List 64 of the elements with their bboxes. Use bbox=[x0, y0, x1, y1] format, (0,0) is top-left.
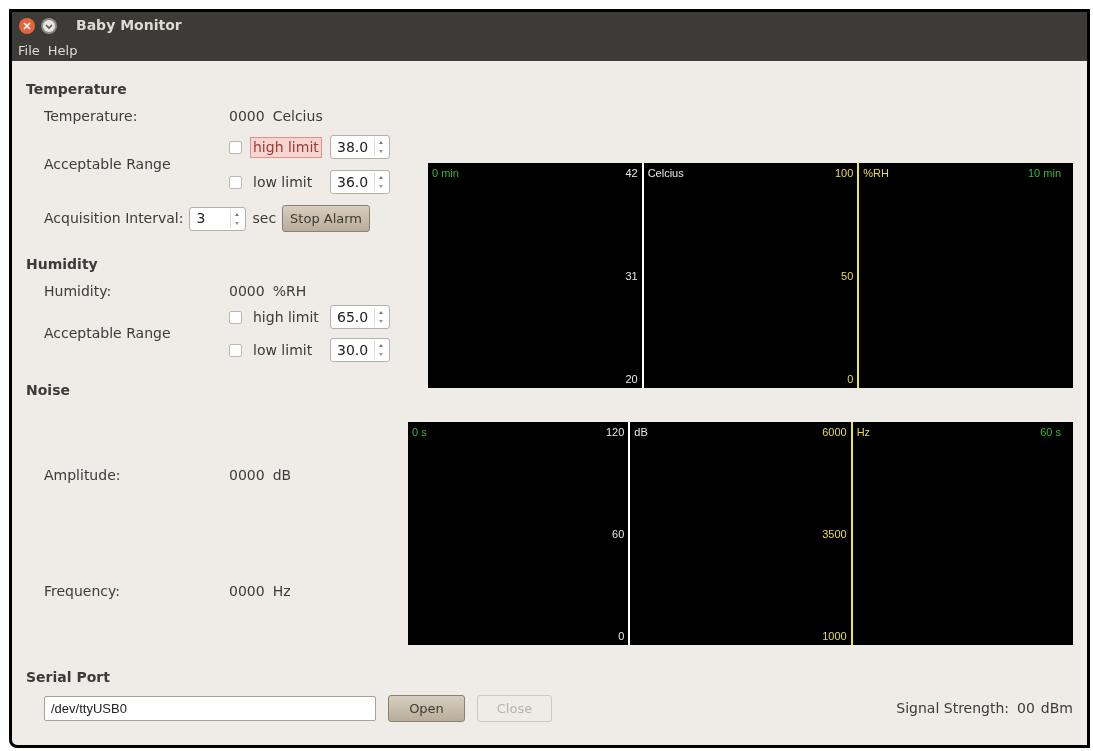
unit-label: sec bbox=[252, 210, 277, 227]
axis-tick-label: 100 bbox=[835, 166, 854, 181]
menu-item[interactable]: Help bbox=[47, 41, 78, 59]
port-button[interactable]: Open bbox=[388, 695, 465, 722]
reading-value: 0000 bbox=[229, 108, 265, 125]
checkbox[interactable] bbox=[229, 140, 242, 154]
reading-value: 0000 bbox=[229, 283, 265, 300]
axis-tick-label: 60 bbox=[612, 527, 625, 542]
field-label: Acquisition Interval: bbox=[44, 210, 184, 227]
spin-field[interactable]: 3 bbox=[189, 206, 247, 231]
field-label: Humidity: bbox=[44, 283, 113, 300]
unit-label: Celcius bbox=[647, 166, 684, 181]
unit-label: %RH bbox=[272, 283, 307, 300]
spin-field[interactable]: 30.0 bbox=[330, 338, 390, 362]
section-heading: Serial Port bbox=[26, 669, 111, 686]
time-axis-label: 60 s bbox=[1040, 425, 1061, 440]
time-axis-label: 10 min bbox=[1028, 166, 1061, 181]
axis-tick-label: 6000 bbox=[822, 425, 847, 440]
limit-label: low limit bbox=[252, 340, 314, 360]
checkbox[interactable] bbox=[229, 343, 242, 357]
unit-label: Hz bbox=[272, 583, 291, 600]
axis-tick-label: 50 bbox=[841, 269, 854, 284]
unit-label: dB bbox=[634, 425, 648, 440]
axis-tick-label: 31 bbox=[625, 269, 638, 284]
limit-label: high limit bbox=[250, 136, 322, 158]
field-label: Amplitude: bbox=[44, 467, 122, 484]
stop-alarm-button[interactable]: Stop Alarm bbox=[282, 205, 371, 232]
section-heading: Noise bbox=[26, 382, 71, 399]
checkbox[interactable] bbox=[229, 175, 242, 189]
device-field[interactable]: /dev/ttyUSB0 bbox=[44, 696, 376, 721]
close-icon[interactable] bbox=[18, 16, 36, 35]
section-heading: Temperature bbox=[26, 81, 128, 98]
axis-tick-label: 120 bbox=[605, 425, 625, 440]
unit-label: Hz bbox=[856, 425, 871, 440]
time-axis-label: 0 s bbox=[412, 425, 427, 440]
reading-value: 0000 bbox=[229, 467, 265, 484]
unit-label: dB bbox=[272, 467, 292, 484]
window-title: Baby Monitor bbox=[76, 17, 182, 34]
field-label: Frequency: bbox=[44, 583, 122, 600]
section-heading: Humidity bbox=[26, 256, 99, 273]
spin-field[interactable]: 65.0 bbox=[330, 305, 390, 329]
menu-item[interactable]: File bbox=[18, 41, 40, 59]
unit-label: dBm bbox=[1040, 700, 1073, 717]
time-axis-label: 0 min bbox=[432, 166, 459, 181]
field-label: Temperature: bbox=[44, 108, 139, 125]
axis-tick-label: 20 bbox=[625, 372, 638, 387]
spin-field[interactable]: 38.0 bbox=[330, 135, 390, 159]
axis-tick-label: 42 bbox=[625, 166, 638, 181]
reading-value: 0000 bbox=[229, 583, 265, 600]
unit-label: %RH bbox=[863, 166, 889, 181]
field-label: Signal Strength: bbox=[896, 700, 1010, 717]
axis-tick-label: 0 bbox=[618, 629, 625, 644]
limit-label: low limit bbox=[252, 172, 314, 192]
field-label: Acceptable Range bbox=[44, 325, 172, 342]
axis-tick-label: 3500 bbox=[822, 527, 847, 542]
limit-label: high limit bbox=[252, 307, 320, 327]
spin-field[interactable]: 36.0 bbox=[330, 170, 390, 194]
minimize-icon[interactable] bbox=[40, 16, 58, 35]
axis-tick-label: 0 bbox=[847, 372, 854, 387]
reading-value: 00 bbox=[1017, 700, 1035, 717]
checkbox[interactable] bbox=[229, 310, 242, 324]
axis-tick-label: 1000 bbox=[822, 629, 847, 644]
field-label: Acceptable Range bbox=[44, 156, 172, 173]
unit-label: Celcius bbox=[272, 108, 323, 125]
